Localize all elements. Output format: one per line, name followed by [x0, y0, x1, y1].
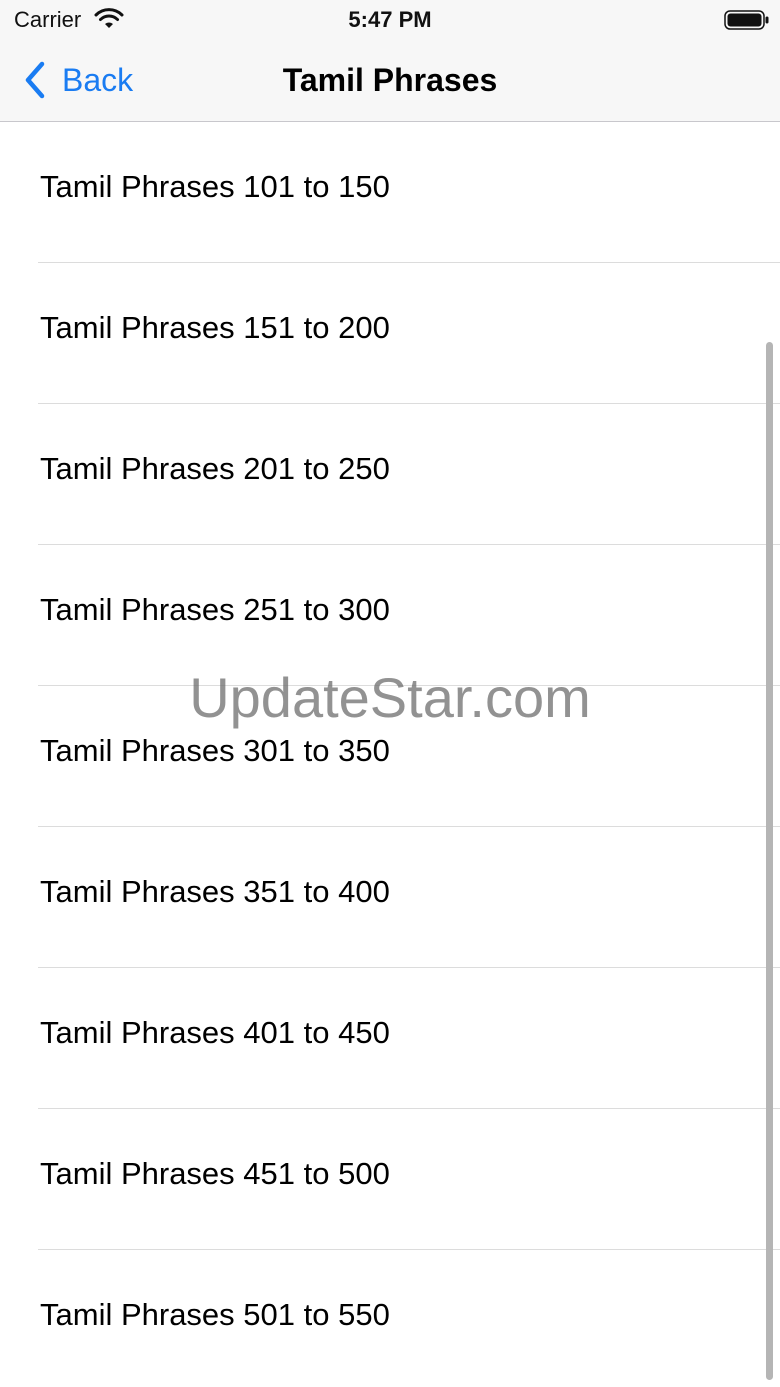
- list-item-label: Tamil Phrases 351 to 400: [40, 874, 390, 909]
- list-item[interactable]: Tamil Phrases 301 to 350: [38, 686, 780, 827]
- list-item[interactable]: Tamil Phrases 501 to 550: [38, 1250, 780, 1387]
- phone-screen: Carrier 5:47 PM Back Tamil Phrases Tamil…: [0, 0, 780, 1387]
- list-item[interactable]: Tamil Phrases 151 to 200: [38, 263, 780, 404]
- list-item[interactable]: Tamil Phrases 251 to 300: [38, 545, 780, 686]
- list-item-label: Tamil Phrases 251 to 300: [40, 592, 390, 627]
- page-title: Tamil Phrases: [282, 62, 498, 98]
- list-item-label: Tamil Phrases 451 to 500: [40, 1156, 390, 1191]
- list-item-label: Tamil Phrases 401 to 450: [40, 1015, 390, 1050]
- list-item[interactable]: Tamil Phrases 101 to 150: [38, 122, 780, 263]
- list-item[interactable]: Tamil Phrases 201 to 250: [38, 404, 780, 545]
- list-item[interactable]: Tamil Phrases 401 to 450: [38, 968, 780, 1109]
- list-item-label: Tamil Phrases 501 to 550: [40, 1297, 390, 1332]
- status-time: 5:47 PM: [348, 7, 432, 32]
- battery-icon: [724, 10, 769, 30]
- list-item-label: Tamil Phrases 151 to 200: [40, 310, 390, 345]
- list-item-label: Tamil Phrases 101 to 150: [40, 169, 390, 204]
- list-item-label: Tamil Phrases 301 to 350: [40, 733, 390, 768]
- list-item[interactable]: Tamil Phrases 351 to 400: [38, 827, 780, 968]
- scrollbar[interactable]: [766, 342, 773, 1380]
- navigation-bar: Back Tamil Phrases: [0, 40, 780, 122]
- phrase-range-list: Tamil Phrases 101 to 150 Tamil Phrases 1…: [0, 122, 780, 1387]
- list-item-label: Tamil Phrases 201 to 250: [40, 451, 390, 486]
- status-bar: Carrier 5:47 PM: [0, 0, 780, 40]
- list-item[interactable]: Tamil Phrases 451 to 500: [38, 1109, 780, 1250]
